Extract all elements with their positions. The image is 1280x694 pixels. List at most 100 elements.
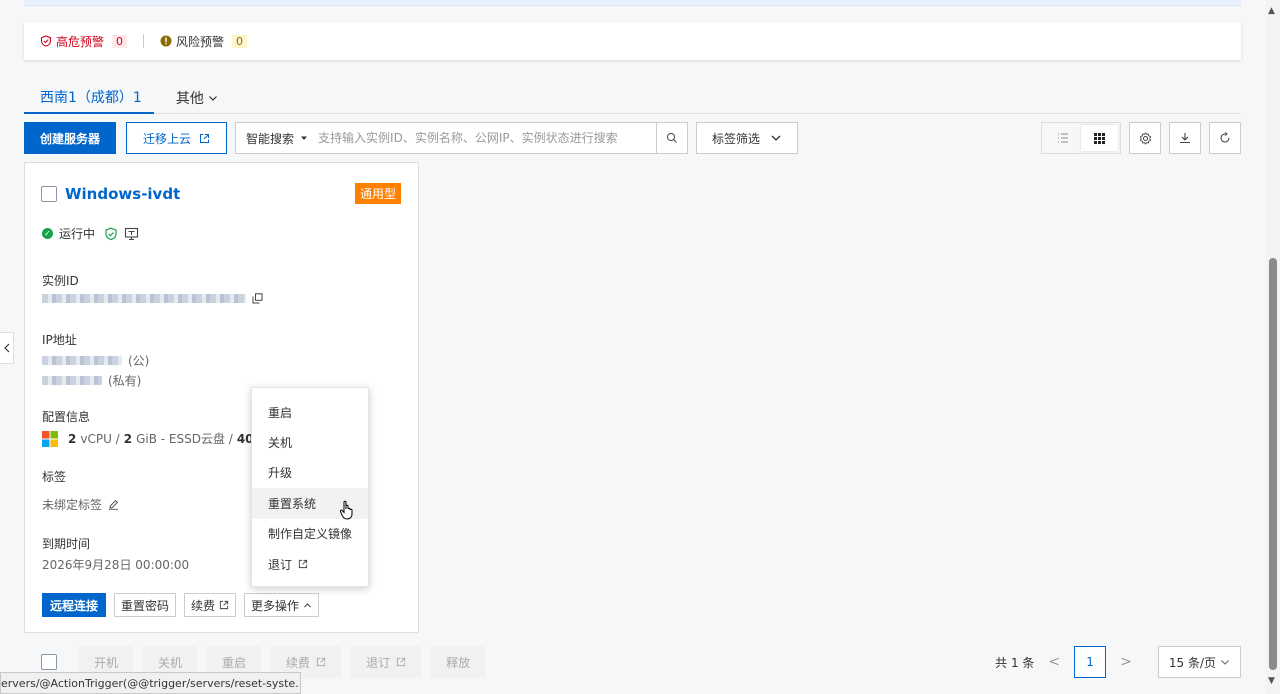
config-value: 2 vCPU / 2 GiB - ESSD云盘 / 40 G [42, 430, 267, 447]
search-button[interactable] [656, 122, 689, 154]
instance-title: Windows-ivdt [41, 185, 180, 203]
next-page-icon[interactable]: > [1120, 654, 1132, 670]
remote-connect-button[interactable]: 远程连接 [42, 593, 107, 617]
menu-item-restart[interactable]: 重启 [252, 397, 368, 427]
menu-item-label: 重置系统 [268, 496, 317, 511]
toolbar: 创建服务器 迁移上云 智能搜索 标签筛选 [24, 122, 1241, 154]
expiry-value: 2026年9月28日 00:00:00 [42, 558, 190, 572]
expiry-label: 到期时间 [42, 537, 91, 551]
instance-type-badge: 通用型 [354, 183, 401, 204]
search-mode-label: 智能搜索 [246, 131, 295, 146]
tab-label: 西南1（成都）1 [40, 90, 142, 106]
scrollbar-thumb[interactable] [1269, 258, 1277, 670]
page-number-button[interactable]: 1 [1074, 646, 1107, 678]
copy-icon[interactable] [252, 293, 263, 304]
tab-other[interactable]: 其他 [174, 82, 220, 114]
grid-view-button[interactable] [1081, 125, 1118, 151]
page-scrollbar[interactable]: ▲ ▼ [1266, 0, 1280, 694]
risk-alert[interactable]: 风险预警 0 [160, 33, 248, 50]
bulk-renew-label: 续费 [286, 655, 311, 670]
migrate-to-cloud-button[interactable]: 迁移上云 [126, 122, 228, 154]
search-input[interactable] [318, 123, 657, 153]
browser-status-bar: ervers/@ActionTrigger(@@trigger/servers/… [0, 672, 301, 694]
renew-button[interactable]: 续费 [184, 593, 237, 617]
view-toggle [1041, 122, 1121, 154]
instance-id-value [42, 293, 263, 304]
instance-name-link[interactable]: Windows-ivdt [65, 185, 180, 203]
chevron-up-icon [304, 602, 311, 607]
settings-button[interactable] [1129, 122, 1161, 154]
private-ip: (私有) [42, 372, 141, 389]
pagination: 共 1 条 < 1 > 15 条/页 [995, 646, 1241, 678]
high-risk-count: 0 [112, 34, 128, 48]
instance-id-label: 实例ID [42, 274, 79, 288]
menu-item-create-custom-image[interactable]: 制作自定义镜像 [252, 519, 368, 549]
menu-item-shutdown[interactable]: 关机 [252, 427, 368, 457]
risk-label: 风险预警 [176, 34, 225, 49]
download-button[interactable] [1169, 122, 1201, 154]
search-box: 智能搜索 [235, 122, 658, 154]
grid-icon [1094, 132, 1105, 144]
more-actions-label: 更多操作 [251, 598, 300, 613]
bulk-release-button[interactable]: 释放 [431, 646, 486, 678]
select-all-checkbox[interactable] [41, 654, 57, 670]
search-icon [666, 132, 677, 143]
tag-filter-dropdown[interactable]: 标签筛选 [696, 122, 799, 154]
external-link-icon [200, 133, 210, 143]
page-size-label: 15 条/页 [1168, 655, 1216, 670]
masked-private-ip [42, 376, 102, 385]
tags-label: 标签 [42, 470, 67, 484]
tag-filter-label: 标签筛选 [712, 131, 761, 146]
gear-icon [1139, 131, 1151, 145]
create-server-button[interactable]: 创建服务器 [24, 122, 117, 154]
card-actions: 远程连接 重置密码 续费 更多操作 [42, 593, 320, 617]
more-actions-menu: 重启 关机 升级 重置系统 制作自定义镜像 退订 [251, 387, 369, 587]
region-tabs: 西南1（成都）1 其他 [24, 82, 1241, 114]
private-ip-suffix: (私有) [108, 374, 142, 388]
hand-cursor-icon [339, 500, 353, 520]
instance-status: ✓ 运行中 [42, 225, 139, 242]
refresh-icon [1220, 132, 1230, 143]
search-mode-dropdown[interactable]: 智能搜索 [236, 123, 318, 153]
renew-label: 续费 [191, 598, 216, 613]
scroll-up-arrow-icon[interactable]: ▲ [1268, 6, 1275, 16]
sidebar-collapse-button[interactable] [0, 332, 14, 364]
menu-item-label: 重启 [268, 405, 293, 420]
menu-item-upgrade[interactable]: 升级 [252, 458, 368, 488]
menu-item-unsubscribe[interactable]: 退订 [252, 549, 368, 579]
edit-pencil-icon[interactable] [108, 499, 119, 510]
masked-instance-id [42, 294, 246, 303]
menu-item-label: 制作自定义镜像 [268, 527, 353, 542]
windows-logo-icon [42, 430, 58, 447]
page-size-select[interactable]: 15 条/页 [1157, 646, 1241, 678]
bulk-unsubscribe-button[interactable]: 退订 [351, 646, 422, 678]
high-risk-label: 高危预警 [56, 34, 105, 49]
menu-item-label: 关机 [268, 436, 293, 451]
tab-southwest-chengdu[interactable]: 西南1（成都）1 [24, 82, 154, 114]
external-link-icon [396, 657, 406, 667]
cpu-count: 2 [68, 431, 77, 446]
chevron-down-icon [208, 96, 217, 101]
migrate-label: 迁移上云 [143, 131, 192, 146]
external-link-icon [298, 560, 308, 569]
prev-page-icon[interactable]: < [1048, 654, 1060, 670]
refresh-button[interactable] [1209, 122, 1241, 154]
high-risk-alert[interactable]: 高危预警 0 [40, 33, 128, 50]
caret-down-icon [301, 136, 308, 140]
instance-checkbox[interactable] [41, 186, 57, 202]
chevron-left-icon [3, 343, 9, 353]
list-view-button[interactable] [1044, 125, 1081, 151]
top-banner-strip [24, 0, 1241, 6]
reset-password-button[interactable]: 重置密码 [114, 593, 177, 617]
monitor-icon[interactable] [124, 227, 139, 241]
view-tools [1041, 122, 1241, 154]
more-actions-button[interactable]: 更多操作 [244, 593, 320, 617]
memory-size: 2 [123, 431, 133, 446]
scroll-down-arrow-icon[interactable]: ▼ [1268, 676, 1275, 686]
bulk-unsubscribe-label: 退订 [366, 655, 391, 670]
shield-check-icon[interactable] [104, 227, 118, 241]
tags-text: 未绑定标签 [42, 498, 103, 512]
public-ip-suffix: (公) [128, 354, 150, 368]
ip-address-label: IP地址 [42, 333, 77, 347]
warning-circle-icon [160, 35, 172, 47]
